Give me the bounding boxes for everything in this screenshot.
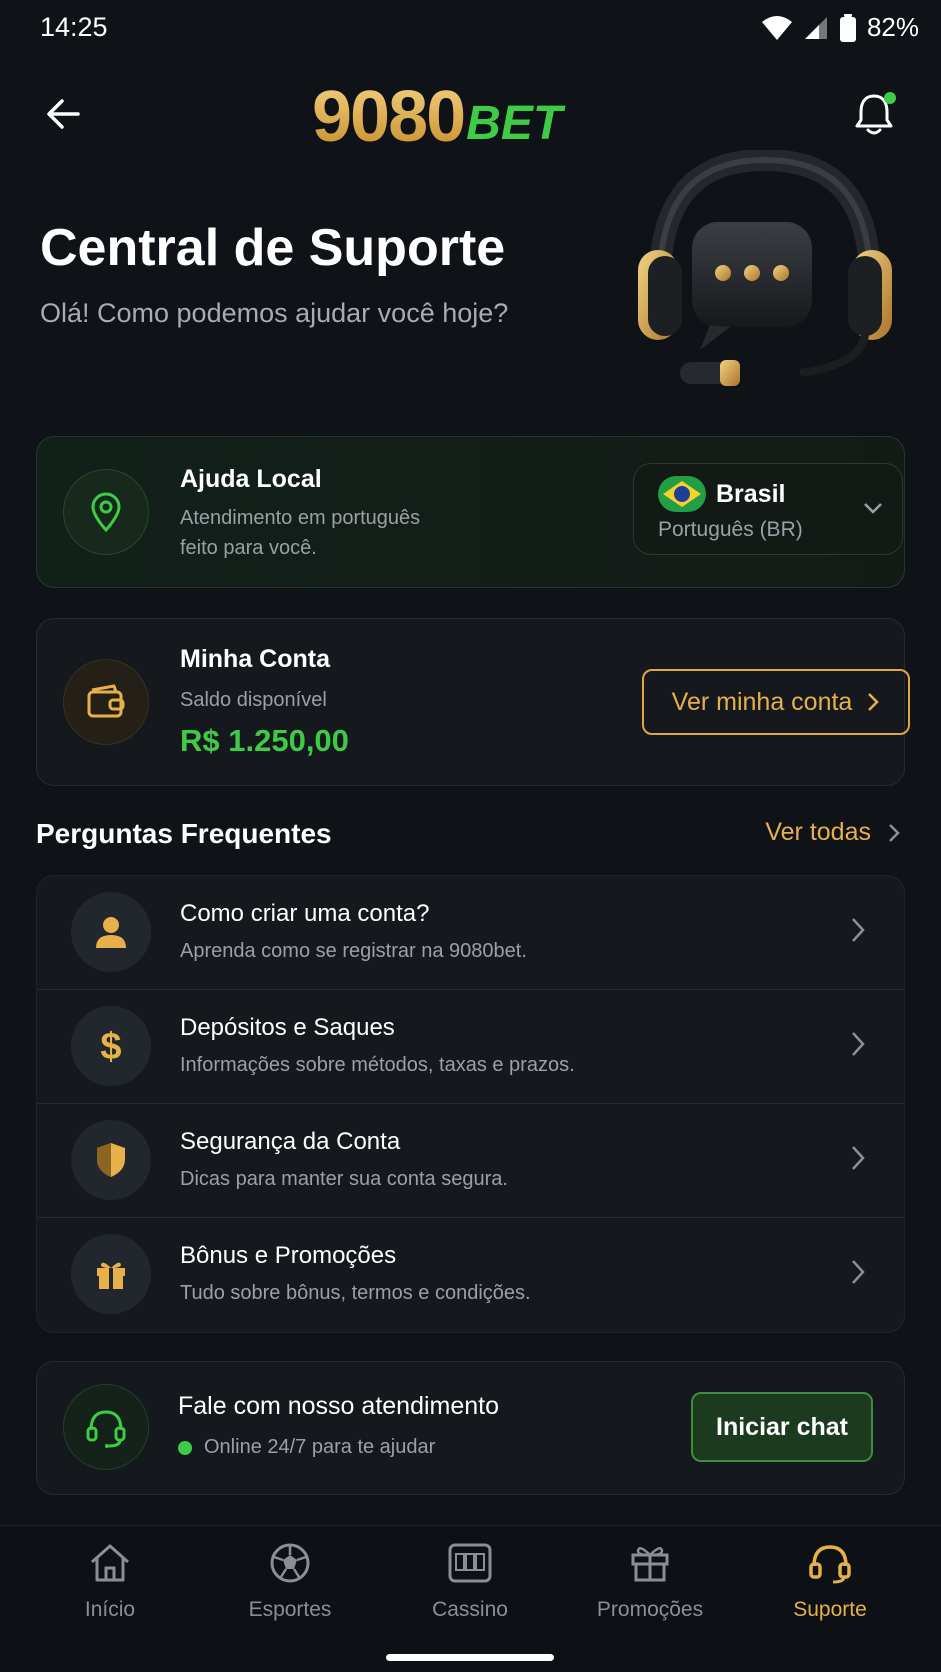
faq-desc: Dicas para manter sua conta segura. <box>180 1168 508 1190</box>
faq-desc: Tudo sobre bônus, termos e condições. <box>180 1282 531 1304</box>
language-name: Português (BR) <box>658 518 803 541</box>
headset-icon <box>809 1545 851 1584</box>
faq-item-deposits[interactable]: $ Depósitos e Saques Informações sobre m… <box>37 990 904 1104</box>
support-card: Fale com nosso atendimento Online 24/7 p… <box>36 1361 905 1495</box>
chevron-right-icon <box>868 693 880 711</box>
home-icon <box>91 1544 129 1582</box>
location-pin-icon <box>91 492 121 532</box>
faq-desc: Aprenda como se registrar na 9080bet. <box>180 940 527 962</box>
faq-title: Depósitos e Saques <box>180 1014 395 1041</box>
nav-label: Esportes <box>248 1598 332 1621</box>
local-help-title: Ajuda Local <box>180 465 322 493</box>
faq-title: Segurança da Conta <box>180 1128 401 1155</box>
signal-icon <box>804 16 827 39</box>
start-chat-button[interactable]: Iniciar chat <box>691 1392 873 1462</box>
chevron-down-icon <box>864 503 882 514</box>
headset-icon <box>86 1410 126 1448</box>
status-icons: 82% <box>761 12 919 43</box>
wallet-icon <box>87 684 125 718</box>
chevron-right-icon <box>852 1146 865 1170</box>
view-account-label: Ver minha conta <box>671 687 853 716</box>
logo-number: 9080 <box>312 77 466 157</box>
wifi-icon <box>761 15 792 40</box>
account-title: Minha Conta <box>180 645 330 673</box>
nav-item-promotions[interactable]: Promoções <box>570 1542 730 1622</box>
account-card: Minha Conta Saldo disponível R$ 1.250,00… <box>36 618 910 786</box>
shield-icon <box>97 1143 125 1177</box>
nav-item-home[interactable]: Início <box>30 1542 190 1622</box>
balance-label: Saldo disponível <box>180 689 327 711</box>
online-status-dot <box>178 1440 192 1455</box>
headset-icon-circle <box>63 1384 149 1470</box>
bottom-nav: Início Esportes Cassino Promoções Suport… <box>0 1525 941 1672</box>
svg-text:$: $ <box>100 1026 121 1067</box>
battery-icon <box>839 13 856 42</box>
chevron-right-icon <box>889 823 900 842</box>
status-bar: 14:25 82% <box>0 0 941 58</box>
nav-label: Cassino <box>432 1598 508 1621</box>
see-all-link[interactable]: Ver todas <box>765 818 901 847</box>
faq-list: Como criar uma conta? Aprenda como se re… <box>36 875 905 1333</box>
headset-illustration-icon <box>638 150 892 386</box>
slot-machine-icon <box>448 1543 492 1583</box>
battery-percent: 82% <box>866 12 919 42</box>
user-icon <box>96 917 126 948</box>
wallet-icon-circle <box>63 659 149 745</box>
balance-value: R$ 1.250,00 <box>180 723 349 758</box>
faq-item-security[interactable]: Segurança da Conta Dicas para manter sua… <box>37 1104 904 1218</box>
status-time: 14:25 <box>40 12 108 42</box>
faq-title: Bônus e Promoções <box>180 1242 397 1269</box>
faq-icon-circle <box>71 1120 151 1200</box>
local-help-desc-2: feito para você. <box>180 537 317 559</box>
view-account-button[interactable]: Ver minha conta <box>642 669 910 735</box>
dollar-icon: $ <box>100 1026 121 1067</box>
logo-bet: BET <box>466 97 563 150</box>
notification-badge <box>884 92 896 104</box>
page-subtitle: Olá! Como podemos ajudar você hoje? <box>40 298 509 328</box>
nav-item-support[interactable]: Suporte <box>750 1542 910 1622</box>
see-all-label: Ver todas <box>765 818 871 846</box>
local-help-desc-1: Atendimento em português <box>180 507 421 529</box>
page-title: Central de Suporte <box>40 219 506 277</box>
nav-label: Promoções <box>596 1598 704 1621</box>
faq-title: Como criar uma conta? <box>180 900 430 927</box>
faq-icon-circle <box>71 1234 151 1314</box>
chevron-right-icon <box>852 918 865 942</box>
nav-label: Início <box>84 1598 136 1621</box>
support-title: Fale com nosso atendimento <box>178 1392 500 1420</box>
faq-icon-circle <box>71 892 151 972</box>
country-name: Brasil <box>716 480 786 508</box>
faq-icon-circle: $ <box>71 1006 151 1086</box>
support-status: Online 24/7 para te ajudar <box>178 1432 435 1463</box>
gift-icon <box>631 1547 669 1582</box>
faq-item-create-account[interactable]: Como criar uma conta? Aprenda como se re… <box>37 876 904 990</box>
back-arrow-icon[interactable] <box>42 92 86 136</box>
chevron-right-icon <box>852 1032 865 1056</box>
nav-item-sports[interactable]: Esportes <box>210 1542 370 1622</box>
home-indicator[interactable] <box>386 1654 554 1661</box>
brand-logo: 9080 BET <box>312 77 563 157</box>
brazil-flag-icon <box>658 476 706 512</box>
chevron-right-icon <box>852 1260 865 1284</box>
faq-item-bonus[interactable]: Bônus e Promoções Tudo sobre bônus, term… <box>37 1218 904 1332</box>
nav-item-casino[interactable]: Cassino <box>390 1542 550 1622</box>
local-help-card: Ajuda Local Atendimento em português fei… <box>36 436 905 588</box>
soccer-ball-icon <box>270 1543 310 1583</box>
faq-desc: Informações sobre métodos, taxas e prazo… <box>180 1054 575 1076</box>
nav-label: Suporte <box>793 1598 867 1621</box>
faq-section-title: Perguntas Frequentes <box>36 818 332 849</box>
gift-icon <box>97 1262 125 1289</box>
support-status-label: Online 24/7 para te ajudar <box>204 1436 436 1458</box>
location-icon-circle <box>63 469 149 555</box>
country-selector[interactable]: Brasil Português (BR) <box>633 463 903 555</box>
